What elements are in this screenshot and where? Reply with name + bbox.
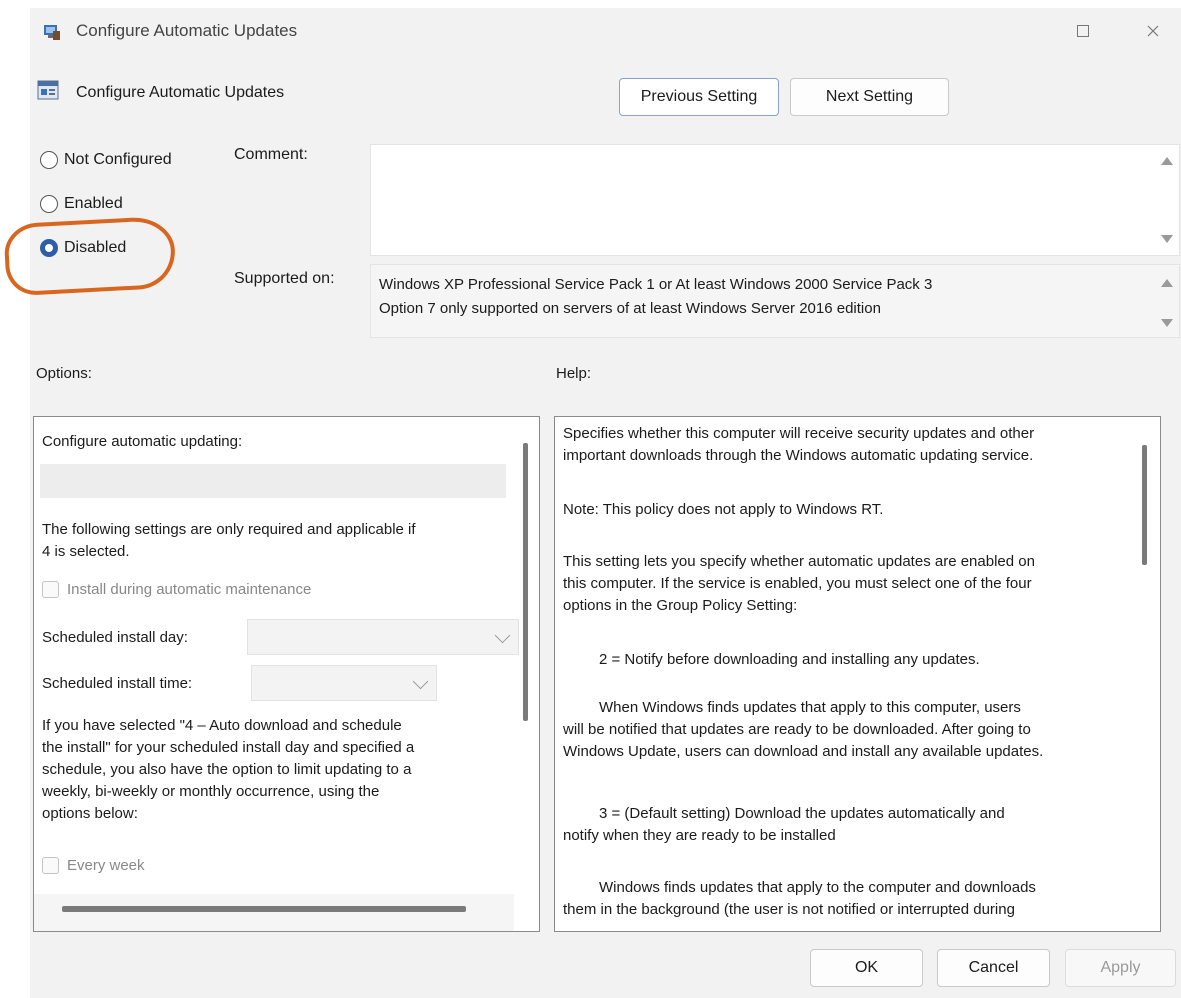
install-day-label: Scheduled install day: xyxy=(42,629,188,646)
checkbox-label: Every week xyxy=(67,857,145,874)
radio-label: Enabled xyxy=(64,195,123,212)
configure-updating-dropdown[interactable] xyxy=(40,464,506,498)
help-paragraph-2: Note: This policy does not apply to Wind… xyxy=(563,501,884,518)
note-line-1: The following settings are only required… xyxy=(42,521,416,538)
schedule-para-line-2: the install" for your scheduled install … xyxy=(42,739,415,756)
comment-textarea[interactable] xyxy=(370,144,1180,256)
install-day-dropdown[interactable] xyxy=(247,619,519,655)
supported-on-field: Windows XP Professional Service Pack 1 o… xyxy=(370,264,1180,338)
comment-label: Comment: xyxy=(234,146,308,163)
horizontal-scroll-track xyxy=(34,894,514,931)
help-text-line: Specifies whether this computer will rec… xyxy=(563,425,1035,442)
supported-line-2: Option 7 only supported on servers of at… xyxy=(379,300,881,317)
install-time-dropdown[interactable] xyxy=(251,665,437,701)
radio-enabled[interactable]: Enabled xyxy=(40,195,123,213)
schedule-para-line-1: If you have selected "4 – Auto download … xyxy=(42,717,402,734)
close-icon xyxy=(1147,25,1159,37)
next-setting-button[interactable]: Next Setting xyxy=(790,78,949,116)
checkbox-label: Install during automatic maintenance xyxy=(67,581,312,598)
radio-icon xyxy=(40,151,58,169)
schedule-para-line-4: weekly, bi-weekly or monthly occurrence,… xyxy=(42,783,380,800)
help-text-line: Windows finds updates that apply to the … xyxy=(599,879,1036,896)
chevron-down-icon xyxy=(412,673,429,690)
scroll-up-icon[interactable] xyxy=(1161,157,1173,165)
options-label: Options: xyxy=(36,365,92,382)
cancel-button[interactable]: Cancel xyxy=(937,949,1050,987)
ok-button[interactable]: OK xyxy=(810,949,923,987)
help-paragraph-4: 2 = Notify before downloading and instal… xyxy=(599,651,980,668)
configure-updating-label: Configure automatic updating: xyxy=(42,433,243,450)
help-label: Help: xyxy=(556,365,592,382)
schedule-para-line-3: schedule, you also have the option to li… xyxy=(42,761,412,778)
radio-not-configured[interactable]: Not Configured xyxy=(40,151,172,169)
scroll-up-icon[interactable] xyxy=(1161,279,1173,287)
help-paragraph-6: 3 = (Default setting) Download the updat… xyxy=(563,803,1136,847)
maximize-button[interactable] xyxy=(1060,14,1106,48)
supported-line-1: Windows XP Professional Service Pack 1 o… xyxy=(379,276,933,293)
close-button[interactable] xyxy=(1130,14,1176,48)
help-text-line: 3 = (Default setting) Download the updat… xyxy=(599,805,1005,822)
schedule-para-line-5: options below: xyxy=(42,805,138,822)
setting-title: Configure Automatic Updates xyxy=(76,84,285,101)
apply-button[interactable]: Apply xyxy=(1065,949,1176,987)
help-text-line: will be notified that updates are ready … xyxy=(563,721,1031,738)
annotation-circle xyxy=(3,215,177,297)
help-text-line: notify when they are ready to be install… xyxy=(563,827,836,844)
supported-on-label: Supported on: xyxy=(234,270,335,287)
radio-label: Not Configured xyxy=(64,151,172,168)
options-panel: Configure automatic updating: The follow… xyxy=(33,416,540,932)
help-text-line: Windows Update, users can download and i… xyxy=(563,743,1044,760)
previous-setting-button[interactable]: Previous Setting xyxy=(619,78,779,116)
help-text-line: This setting lets you specify whether au… xyxy=(563,553,1035,570)
checkbox-icon xyxy=(42,581,59,598)
dialog-window: Configure Automatic Updates Configure Au… xyxy=(3,8,1181,998)
help-text-line: this computer. If the service is enabled… xyxy=(563,575,1032,592)
help-text-line: options in the Group Policy Setting: xyxy=(563,597,798,614)
install-time-label: Scheduled install time: xyxy=(42,675,193,692)
scroll-down-icon[interactable] xyxy=(1161,319,1173,327)
maximize-icon xyxy=(1077,25,1089,37)
options-vertical-scrollbar[interactable] xyxy=(523,443,528,721)
supported-on-text: Windows XP Professional Service Pack 1 o… xyxy=(379,273,932,321)
help-paragraph-3: This setting lets you specify whether au… xyxy=(563,551,1136,617)
help-paragraph-5: When Windows finds updates that apply to… xyxy=(563,697,1136,763)
help-vertical-scrollbar[interactable] xyxy=(1142,445,1147,565)
help-panel: Specifies whether this computer will rec… xyxy=(554,416,1161,932)
title-bar: Configure Automatic Updates xyxy=(30,8,1181,54)
every-week-checkbox[interactable]: Every week xyxy=(42,857,145,874)
help-text-line: important downloads through the Windows … xyxy=(563,447,1034,464)
help-text-line: them in the background (the user is not … xyxy=(563,901,1015,918)
window-title: Configure Automatic Updates xyxy=(76,21,298,40)
radio-icon xyxy=(40,195,58,213)
options-horizontal-scrollbar[interactable] xyxy=(62,906,466,912)
group-policy-app-icon xyxy=(44,25,60,40)
note-line-2: 4 is selected. xyxy=(42,543,130,560)
scroll-down-icon[interactable] xyxy=(1161,235,1173,243)
help-paragraph-7: Windows finds updates that apply to the … xyxy=(563,877,1136,921)
chevron-down-icon xyxy=(494,627,511,644)
policy-setting-icon xyxy=(37,80,59,100)
checkbox-icon xyxy=(42,857,59,874)
help-paragraph-1: Specifies whether this computer will rec… xyxy=(563,423,1136,467)
help-text-line: When Windows finds updates that apply to… xyxy=(599,699,1021,716)
install-maintenance-checkbox[interactable]: Install during automatic maintenance xyxy=(42,581,311,598)
